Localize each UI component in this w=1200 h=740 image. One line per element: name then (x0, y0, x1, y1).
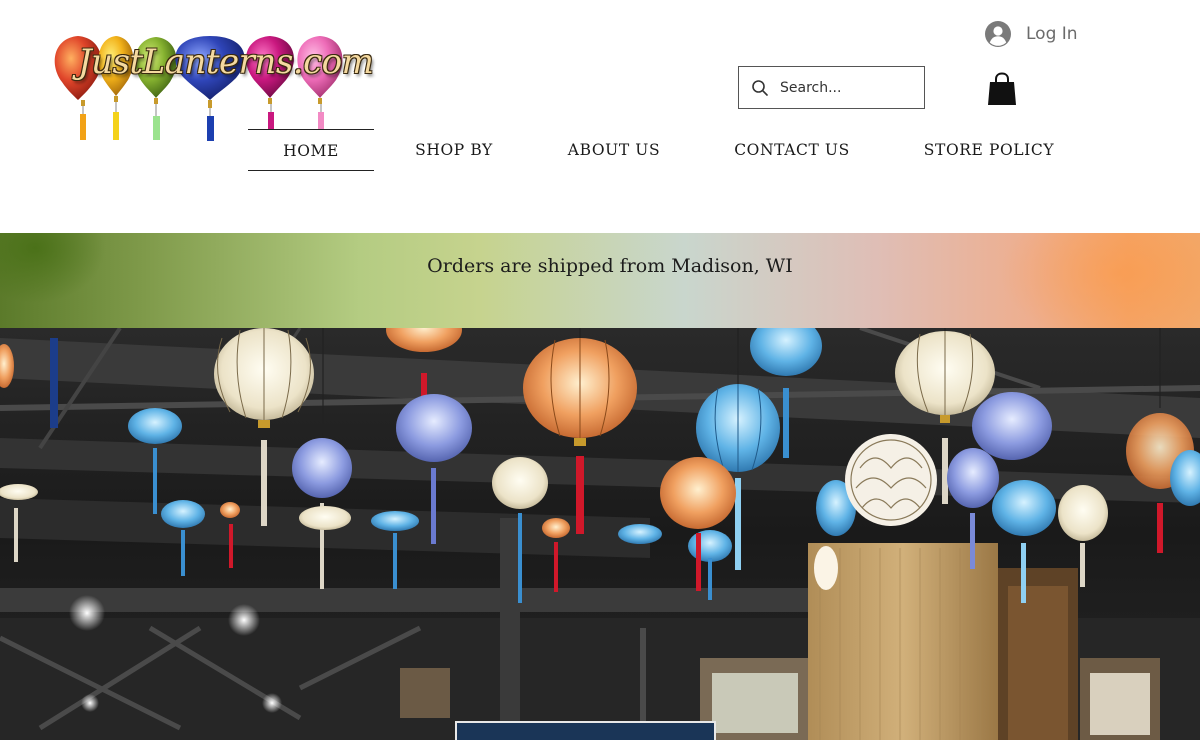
search-input[interactable] (778, 78, 922, 97)
shopping-bag-icon[interactable] (988, 72, 1016, 106)
nav-item-store-policy[interactable]: STORE POLICY (912, 129, 1066, 171)
restaurant-lanterns-photo (0, 328, 1200, 740)
shipping-banner: Orders are shipped from Madison, WI (0, 233, 1200, 328)
logo-text: JustLanterns.com (78, 42, 374, 82)
hero-image (0, 328, 1200, 740)
nav-item-about-us[interactable]: ABOUT US (556, 129, 672, 171)
user-avatar-icon (985, 21, 1011, 47)
hero-cta-button[interactable] (455, 721, 716, 740)
nav-item-contact-us[interactable]: CONTACT US (722, 129, 862, 171)
login-label: Log In (1026, 24, 1078, 44)
login-button[interactable]: Log In (985, 20, 1078, 48)
site-header: JustLanterns.com Log In HOME (0, 0, 1200, 233)
shipping-banner-text: Orders are shipped from Madison, WI (427, 255, 793, 277)
nav-item-home[interactable]: HOME (248, 129, 374, 171)
site-logo[interactable]: JustLanterns.com (48, 30, 374, 145)
search-box[interactable] (738, 66, 925, 109)
nav-item-shop-by[interactable]: SHOP BY (398, 129, 510, 171)
search-icon (739, 79, 769, 97)
